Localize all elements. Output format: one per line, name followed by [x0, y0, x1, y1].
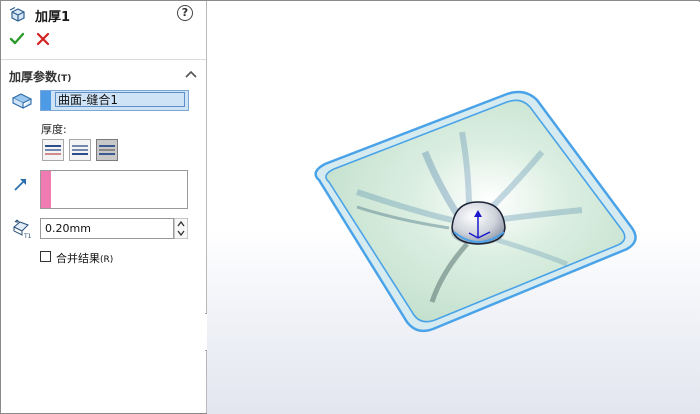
thickened-surface-model[interactable] [207, 2, 700, 414]
ok-button[interactable] [9, 31, 25, 47]
thicken-side-1-button[interactable] [42, 139, 64, 161]
thickness-input[interactable]: 0.20mm [40, 218, 174, 239]
surface-selection-box[interactable]: 曲面-缝合1 [40, 90, 189, 111]
thicken-feature-icon [9, 6, 25, 22]
thickness-dimension-icon: T1 [13, 219, 32, 239]
section-title: 加厚参数(T) [9, 70, 72, 84]
side-2-icon [72, 145, 88, 155]
both-sides-icon [99, 145, 115, 155]
property-manager-panel: 加厚1 ? 加厚参数(T) 曲面-缝合1 厚度: T1 0.20mm 合并结果(… [1, 1, 207, 413]
selected-surface-item[interactable]: 曲面-缝合1 [55, 92, 185, 107]
chevron-up-icon[interactable] [185, 69, 197, 79]
panel-divider [1, 59, 206, 60]
direction-selection-box[interactable] [40, 170, 188, 209]
checkmark-icon [9, 32, 25, 45]
thicken-params-section-header[interactable]: 加厚参数(T) [9, 65, 199, 85]
thickness-spinner[interactable] [174, 218, 188, 239]
merge-result-row[interactable]: 合并结果(R) [40, 250, 190, 266]
help-button[interactable]: ? [177, 5, 193, 21]
surface-select-icon [11, 93, 33, 109]
merge-result-label: 合并结果(R) [56, 252, 114, 265]
thickness-label: 厚度: [41, 123, 67, 136]
window-frame: 加厚1 ? 加厚参数(T) 曲面-缝合1 厚度: T1 0.20mm 合并结果(… [0, 0, 700, 414]
graphics-viewport[interactable] [207, 2, 700, 414]
panel-title-row: 加厚1 ? [9, 4, 199, 25]
side-1-icon [45, 145, 61, 155]
close-icon [36, 32, 50, 46]
cancel-button[interactable] [35, 31, 51, 47]
merge-result-checkbox[interactable] [40, 251, 51, 262]
thicken-both-sides-button[interactable] [96, 139, 118, 161]
svg-text:T1: T1 [23, 233, 32, 239]
panel-title: 加厚1 [35, 10, 71, 25]
selection-color-swatch [41, 91, 51, 110]
thicken-side-2-button[interactable] [69, 139, 91, 161]
direction-arrow-icon [14, 179, 26, 191]
direction-color-swatch [41, 171, 51, 208]
